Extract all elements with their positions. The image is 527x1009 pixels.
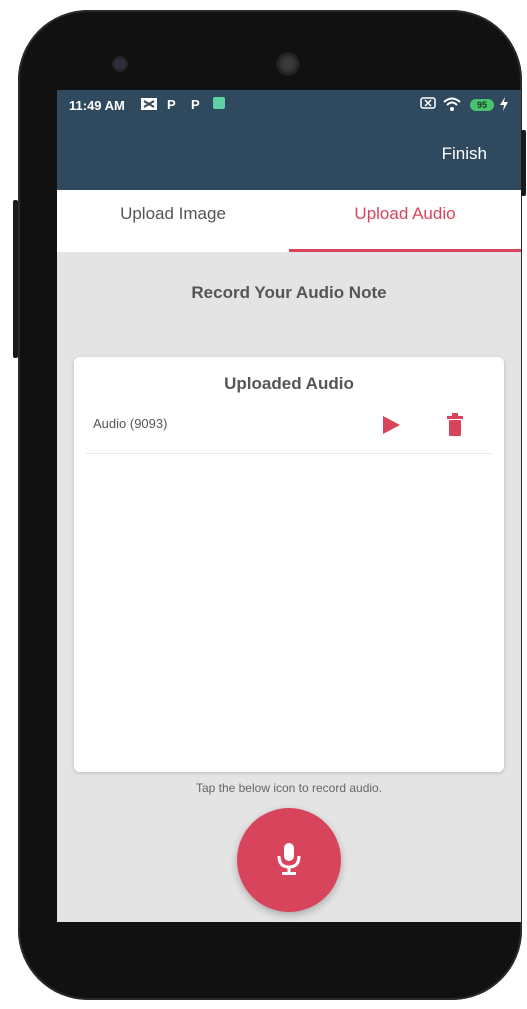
p-icon: P (167, 97, 176, 112)
play-button[interactable] (380, 414, 402, 436)
finish-button[interactable]: Finish (442, 144, 487, 164)
phone-frame: 11:49 AM P P 95 Finish Upload Image Uplo… (18, 10, 522, 1000)
wifi-icon (443, 97, 461, 114)
play-icon (383, 416, 400, 434)
app-icon (213, 97, 225, 112)
trash-icon (447, 413, 463, 436)
earpiece-speaker (276, 52, 300, 76)
battery-icon: 95 (470, 99, 494, 111)
uploaded-audio-card: Uploaded Audio Audio (9093) (74, 357, 504, 772)
power-button (521, 130, 526, 196)
record-hint: Tap the below icon to record audio. (195, 781, 383, 795)
tab-bar: Upload Image Upload Audio (57, 190, 521, 252)
section-title: Record Your Audio Note (191, 283, 387, 302)
front-camera (114, 58, 126, 70)
record-audio-button[interactable] (237, 808, 341, 912)
microphone-icon (277, 843, 301, 875)
charging-icon (500, 97, 508, 114)
sim-icon (420, 97, 436, 112)
app-bar: Finish (57, 120, 521, 190)
tab-upload-audio[interactable]: Upload Audio (289, 190, 521, 252)
status-bar: 11:49 AM P P 95 (57, 90, 521, 120)
p-icon: P (191, 97, 200, 112)
tab-upload-image[interactable]: Upload Image (57, 190, 289, 252)
volume-button (13, 200, 18, 358)
sync-icon (140, 97, 158, 114)
active-tab-indicator (289, 249, 521, 252)
card-title: Uploaded Audio (224, 374, 354, 393)
status-time: 11:49 AM (69, 98, 125, 113)
audio-name: Audio (9093) (93, 416, 168, 431)
screen: 11:49 AM P P 95 Finish Upload Image Uplo… (57, 90, 521, 922)
list-item: Audio (9093) (86, 405, 492, 454)
delete-button[interactable] (444, 413, 466, 437)
